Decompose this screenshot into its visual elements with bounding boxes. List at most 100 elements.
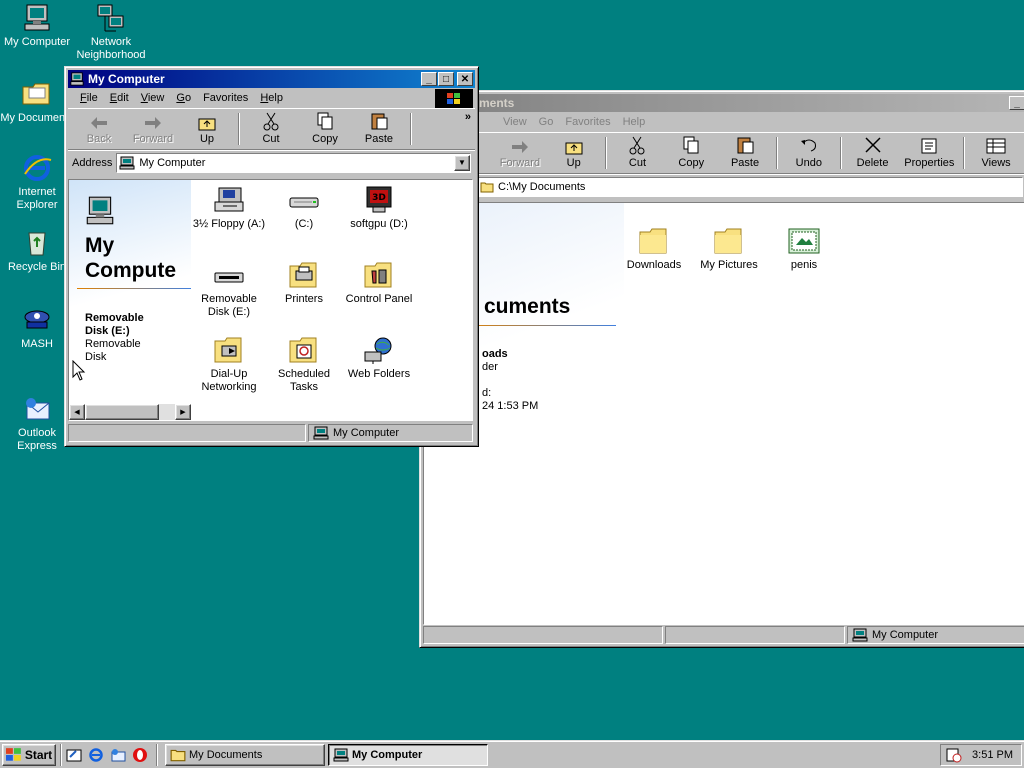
tool-label: Up bbox=[566, 157, 581, 169]
menu-favorites[interactable]: Favorites bbox=[197, 92, 254, 104]
title-bar[interactable]: My Documents _ bbox=[423, 94, 1024, 112]
menu-go[interactable]: Go bbox=[533, 116, 560, 128]
address-dropdown-button[interactable]: ▼ bbox=[454, 154, 470, 171]
minimize-button[interactable]: _ bbox=[421, 72, 437, 86]
menu-go[interactable]: Go bbox=[170, 92, 197, 104]
item-label: Removable Disk (E:) bbox=[201, 293, 257, 318]
my-computer-small-icon bbox=[852, 628, 868, 642]
paste-button[interactable]: Paste bbox=[352, 111, 406, 147]
desktop-icon-internet-explorer[interactable]: Internet Explorer bbox=[0, 152, 74, 212]
menu-view[interactable]: View bbox=[497, 116, 533, 128]
ie-icon[interactable] bbox=[88, 747, 104, 763]
folder-icon bbox=[639, 228, 667, 254]
horizontal-scrollbar[interactable]: ◀ ▶ bbox=[69, 404, 191, 420]
forward-button[interactable]: Forward bbox=[493, 135, 547, 171]
task-button-my-computer[interactable]: My Computer bbox=[328, 743, 488, 766]
control-panel-icon bbox=[364, 262, 392, 288]
mash-icon bbox=[24, 310, 50, 329]
scroll-left-button[interactable]: ◀ bbox=[69, 404, 85, 420]
toolbar-overflow-chevron-icon[interactable]: » bbox=[465, 111, 471, 123]
tool-label: Cut bbox=[262, 133, 280, 145]
show-desktop-icon[interactable] bbox=[66, 747, 82, 763]
my-computer-small-icon bbox=[119, 156, 135, 169]
properties-button[interactable]: Properties bbox=[899, 135, 959, 171]
delete-button[interactable]: Delete bbox=[846, 135, 900, 171]
toolbar-separator bbox=[238, 113, 240, 145]
undo-button[interactable]: Undo bbox=[782, 135, 836, 171]
task-button-my-documents[interactable]: My Documents bbox=[165, 743, 325, 766]
desktop-icon-mash[interactable]: MASH bbox=[0, 304, 74, 351]
folder-item-my-pictures[interactable]: My Pictures bbox=[689, 227, 769, 272]
tool-label: Paste bbox=[730, 157, 760, 169]
menu-favorites[interactable]: Favorites bbox=[559, 116, 616, 128]
desktop-icon-my-documents[interactable]: My Documents bbox=[0, 78, 74, 125]
copy-button[interactable]: Copy bbox=[664, 135, 718, 171]
modified-date: 24 1:53 PM bbox=[482, 400, 539, 412]
desktop-icon-label: Internet Explorer bbox=[16, 186, 58, 211]
folder-item-printers[interactable]: Printers bbox=[264, 261, 344, 306]
menu-view[interactable]: View bbox=[135, 92, 171, 104]
address-field[interactable]: C:\My Documents bbox=[477, 176, 1023, 197]
maximize-button[interactable]: □ bbox=[438, 72, 454, 86]
drive-item-removable-e[interactable]: Removable Disk (E:) bbox=[189, 261, 269, 319]
opera-icon[interactable] bbox=[132, 747, 148, 763]
scheduler-tray-icon[interactable] bbox=[946, 747, 962, 763]
toolbar-separator bbox=[839, 137, 842, 169]
status-zone-label: My Computer bbox=[333, 427, 400, 439]
desktop-icon-network-neighborhood[interactable]: Network Neighborhood bbox=[74, 2, 148, 62]
back-button[interactable]: Back bbox=[72, 111, 126, 147]
up-button[interactable]: Up bbox=[547, 135, 601, 171]
cut-button[interactable]: Cut bbox=[611, 135, 665, 171]
menu-help[interactable]: Help bbox=[617, 116, 652, 128]
scheduled-tasks-icon bbox=[289, 337, 317, 363]
tool-label: Delete bbox=[856, 157, 889, 169]
folder-icon bbox=[22, 83, 50, 105]
menu-help[interactable]: Help bbox=[254, 92, 289, 104]
folder-item-downloads[interactable]: Downloads bbox=[614, 227, 694, 272]
start-button[interactable]: Start bbox=[2, 743, 56, 766]
my-documents-window[interactable]: My Documents _ View Go Favorites Help Fo… bbox=[419, 90, 1024, 648]
window-title: My Computer bbox=[88, 72, 165, 86]
folder-item-web-folders[interactable]: Web Folders bbox=[339, 336, 419, 381]
scissors-icon bbox=[629, 136, 645, 155]
folder-item-scheduled-tasks[interactable]: Scheduled Tasks bbox=[264, 336, 344, 394]
my-computer-small-icon bbox=[70, 72, 84, 86]
outlook-icon[interactable] bbox=[110, 747, 126, 763]
copy-icon bbox=[683, 136, 699, 154]
item-label: softgpu (D:) bbox=[350, 218, 408, 230]
copy-icon bbox=[317, 112, 333, 130]
drive-item-softgpu-d[interactable]: 3D softgpu (D:) bbox=[339, 186, 419, 231]
minimize-button[interactable]: _ bbox=[1009, 96, 1024, 110]
copy-button[interactable]: Copy bbox=[298, 111, 352, 147]
drive-item-floppy-a[interactable]: 3½ Floppy (A:) bbox=[189, 186, 269, 231]
desktop-icon-label: Recycle Bin bbox=[7, 261, 67, 273]
clock[interactable]: 3:51 PM bbox=[972, 749, 1013, 761]
desktop-icon-my-computer[interactable]: My Computer bbox=[0, 2, 74, 49]
folder-content[interactable]: My Compute Removable Disk (E:) Removable… bbox=[68, 179, 473, 421]
my-computer-window[interactable]: My Computer _ □ ✕ File Edit View Go Favo… bbox=[64, 66, 479, 447]
folder-item-control-panel[interactable]: Control Panel bbox=[339, 261, 419, 306]
folder-item-dialup-networking[interactable]: Dial-Up Networking bbox=[189, 336, 269, 394]
desktop-icon-outlook-express[interactable]: Outlook Express bbox=[0, 393, 74, 453]
item-label: Scheduled Tasks bbox=[278, 368, 330, 393]
address-field[interactable]: My Computer ▼ bbox=[116, 152, 471, 173]
cut-button[interactable]: Cut bbox=[244, 111, 298, 147]
menu-bar: View Go Favorites Help bbox=[423, 112, 1024, 132]
desktop-icon-recycle-bin[interactable]: Recycle Bin bbox=[0, 227, 74, 274]
folder-content[interactable]: cuments oads der d: 24 1:53 PM Downloads… bbox=[423, 202, 1024, 625]
title-bar[interactable]: My Computer _ □ ✕ bbox=[68, 70, 475, 88]
views-button[interactable]: Views bbox=[969, 135, 1023, 171]
file-item-penis[interactable]: penis bbox=[764, 227, 844, 272]
forward-button[interactable]: Forward bbox=[126, 111, 180, 147]
scroll-thumb[interactable] bbox=[85, 404, 159, 420]
desktop-icon-label: My Documents bbox=[0, 112, 74, 124]
menu-file[interactable]: File bbox=[74, 92, 104, 104]
quicklaunch-separator bbox=[60, 743, 62, 766]
scroll-right-button[interactable]: ▶ bbox=[175, 404, 191, 420]
menu-edit[interactable]: Edit bbox=[104, 92, 135, 104]
paste-button[interactable]: Paste bbox=[718, 135, 772, 171]
close-button[interactable]: ✕ bbox=[457, 72, 473, 86]
up-button[interactable]: Up bbox=[180, 111, 234, 147]
drive-item-c[interactable]: (C:) bbox=[264, 186, 344, 231]
start-label: Start bbox=[24, 747, 53, 762]
